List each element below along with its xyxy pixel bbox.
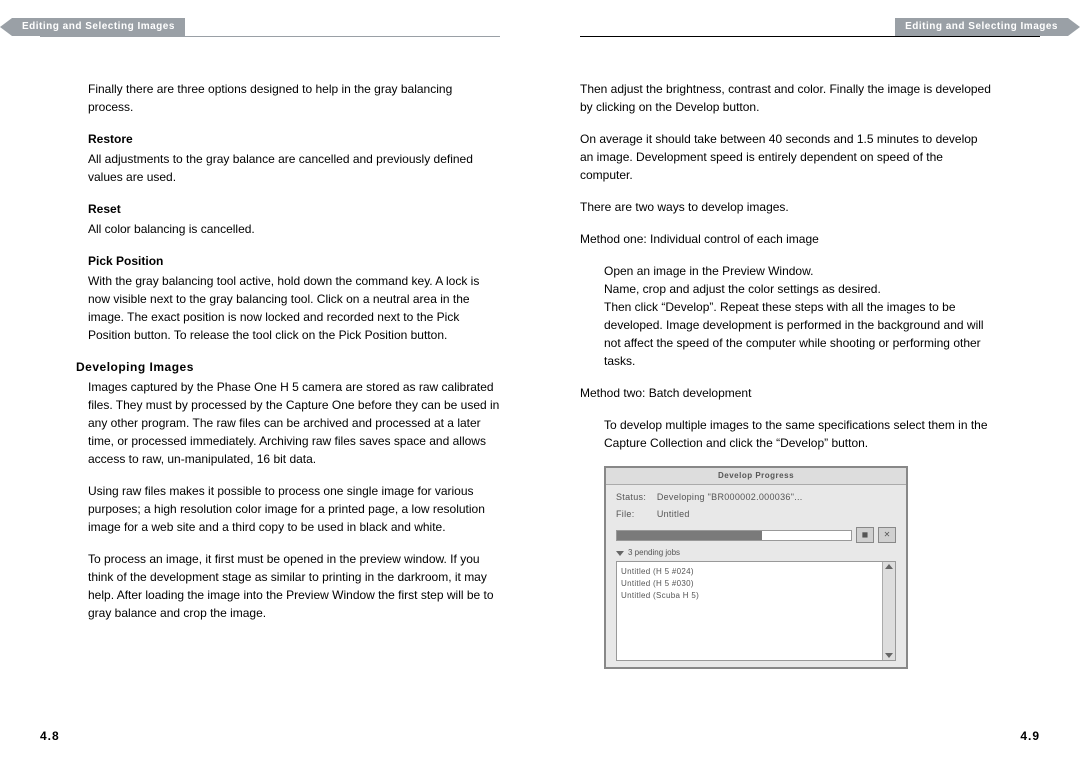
progress-bar xyxy=(616,530,852,541)
pick-position-heading: Pick Position xyxy=(88,252,500,270)
file-value: Untitled xyxy=(657,509,690,519)
status-row: Status: Developing "BR000002.000036"... xyxy=(616,491,896,505)
right-p1: Then adjust the brightness, contrast and… xyxy=(580,80,992,116)
developing-p2: Using raw files makes it possible to pro… xyxy=(88,482,500,536)
cancel-button[interactable]: ✕ xyxy=(878,527,896,543)
status-value: Developing "BR000002.000036"... xyxy=(657,492,803,502)
pick-position-body: With the gray balancing tool active, hol… xyxy=(88,272,500,344)
intro-paragraph: Finally there are three options designed… xyxy=(88,80,500,116)
developing-images-heading: Developing Images xyxy=(76,358,500,376)
page-number-left: 4.8 xyxy=(40,729,60,743)
pause-button[interactable]: ◼ xyxy=(856,527,874,543)
list-item[interactable]: Untitled (Scuba H 5) xyxy=(621,590,891,602)
list-item[interactable]: Untitled (H 5 #024) xyxy=(621,566,891,578)
restore-heading: Restore xyxy=(88,130,500,148)
right-p2: On average it should take between 40 sec… xyxy=(580,130,992,184)
developing-p1: Images captured by the Phase One H 5 cam… xyxy=(88,378,500,468)
reset-heading: Reset xyxy=(88,200,500,218)
develop-progress-dialog: Develop Progress Status: Developing "BR0… xyxy=(604,466,908,669)
developing-p3: To process an image, it first must be op… xyxy=(88,550,500,622)
section-title: Editing and Selecting Images xyxy=(895,18,1068,36)
pending-jobs-label: 3 pending jobs xyxy=(628,547,680,559)
scrollbar[interactable] xyxy=(882,562,895,660)
header-rule xyxy=(580,36,1040,37)
right-p3: There are two ways to develop images. xyxy=(580,198,992,216)
page-left: Editing and Selecting Images Finally the… xyxy=(0,0,540,763)
list-item[interactable]: Untitled (H 5 #030) xyxy=(621,578,891,590)
status-label: Status: xyxy=(616,491,654,505)
pending-row[interactable]: 3 pending jobs xyxy=(616,547,896,559)
page-right: Editing and Selecting Images Then adjust… xyxy=(540,0,1080,763)
file-label: File: xyxy=(616,508,654,522)
dialog-title: Develop Progress xyxy=(606,468,906,485)
left-content: Finally there are three options designed… xyxy=(88,80,500,636)
method-two-title: Method two: Batch development xyxy=(580,384,992,402)
restore-body: All adjustments to the gray balance are … xyxy=(88,150,500,186)
header-cap-icon xyxy=(0,18,12,36)
reset-body: All color balancing is cancelled. xyxy=(88,220,500,238)
method-two-body: To develop multiple images to the same s… xyxy=(604,416,992,452)
right-content: Then adjust the brightness, contrast and… xyxy=(580,80,992,669)
header-cap-icon xyxy=(1068,18,1080,36)
disclosure-triangle-icon xyxy=(616,551,624,556)
job-list: Untitled (H 5 #024) Untitled (H 5 #030) … xyxy=(616,561,896,661)
header-rule xyxy=(40,36,500,37)
method-one-body: Open an image in the Preview Window. Nam… xyxy=(604,262,992,370)
method-one-title: Method one: Individual control of each i… xyxy=(580,230,992,248)
file-row: File: Untitled xyxy=(616,508,896,522)
header-tab-right: Editing and Selecting Images xyxy=(895,18,1080,36)
page-number-right: 4.9 xyxy=(1020,729,1040,743)
section-title: Editing and Selecting Images xyxy=(12,18,185,36)
header-tab-left: Editing and Selecting Images xyxy=(0,18,185,36)
